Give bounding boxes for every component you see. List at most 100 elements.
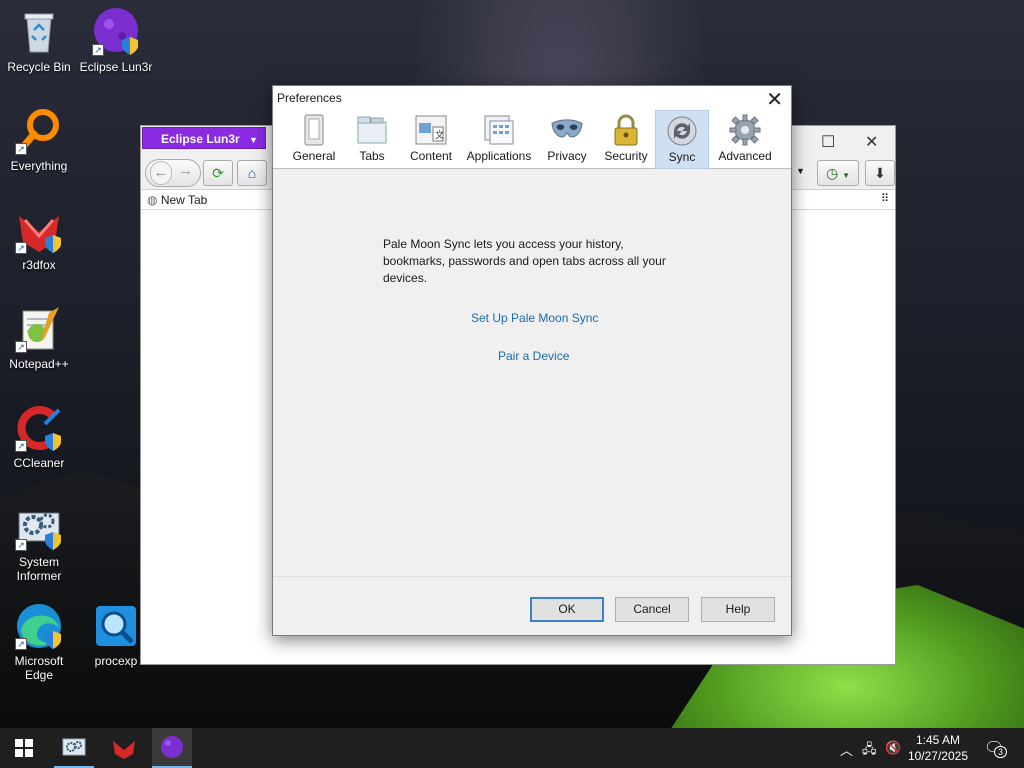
desktop-icon-ccleaner[interactable]: ↗ CCleaner — [1, 404, 77, 470]
taskbar-system-informer[interactable] — [54, 728, 94, 768]
pane-privacy[interactable]: Privacy — [537, 110, 597, 169]
windows-logo-icon — [15, 739, 33, 757]
pane-sync[interactable]: Sync — [655, 110, 709, 169]
chevron-down-icon: ▼ — [249, 135, 258, 145]
volume-muted-icon[interactable]: 🔇 — [885, 740, 901, 756]
pane-label: Security — [604, 149, 648, 163]
desktop-icon-label: Microsoft Edge — [14, 654, 64, 682]
notification-center-icon[interactable]: 🗨3 — [984, 738, 1008, 758]
desktop-icon-eclipse-lun3r[interactable]: ↗ Eclipse Lun3r — [78, 8, 154, 74]
gear-icon — [729, 114, 761, 146]
eclipse-lun3r-icon: ↗ — [92, 8, 140, 56]
pane-tabs[interactable]: Tabs — [343, 110, 401, 169]
desktop-icon-label: Everything — [10, 159, 68, 173]
pane-advanced[interactable]: Advanced — [709, 110, 781, 169]
clock-date: 10/27/2025 — [907, 749, 968, 763]
taskbar-r3dfox[interactable] — [104, 728, 144, 768]
taskbar-eclipse-lun3r[interactable] — [152, 728, 192, 768]
ok-button[interactable]: OK — [530, 597, 604, 622]
privacy-mask-icon — [551, 114, 583, 146]
dropdown-arrow-icon[interactable]: ▼ — [796, 166, 805, 176]
forward-arrow-icon[interactable]: → — [178, 162, 193, 179]
shortcut-arrow-icon: ↗ — [15, 341, 27, 353]
desktop-icon-microsoft-edge[interactable]: ↗ Microsoft Edge — [1, 602, 77, 682]
cancel-button[interactable]: Cancel — [615, 597, 689, 622]
pane-label: Tabs — [359, 149, 385, 163]
pane-label: Advanced — [718, 149, 772, 163]
dialog-title: Preferences — [277, 91, 342, 105]
pane-content[interactable]: 文 Content — [401, 110, 461, 169]
reload-icon[interactable]: ⟳ — [203, 160, 233, 186]
pane-label: Privacy — [547, 149, 587, 163]
general-icon — [298, 114, 330, 146]
help-button[interactable]: Help — [701, 597, 775, 622]
edge-icon: ↗ — [15, 602, 63, 650]
shortcut-arrow-icon: ↗ — [15, 242, 27, 254]
notification-count-badge: 3 — [994, 746, 1008, 758]
pane-label: General — [292, 149, 336, 163]
desktop-icon-label: Eclipse Lun3r — [79, 60, 153, 74]
content-icon: 文 — [415, 114, 447, 146]
chevron-up-icon[interactable]: ︿ — [840, 740, 853, 759]
close-icon[interactable]: ✕ — [766, 87, 783, 112]
sync-description: Pale Moon Sync lets you access your hist… — [383, 237, 666, 285]
pane-label: Applications — [466, 149, 532, 163]
notepad-plus-plus-icon: ↗ — [15, 305, 63, 353]
system-informer-icon — [62, 738, 86, 756]
r3dfox-icon: ↗ — [15, 206, 63, 254]
shortcut-arrow-icon: ↗ — [15, 440, 27, 452]
desktop-icon-label: CCleaner — [13, 456, 65, 470]
magnifier-icon: ↗ — [15, 107, 63, 155]
pane-label: Content — [409, 149, 453, 163]
tab-title: New Tab — [160, 193, 208, 207]
ccleaner-icon: ↗ — [15, 404, 63, 452]
shortcut-arrow-icon: ↗ — [15, 539, 27, 551]
shortcut-arrow-icon: ↗ — [92, 44, 104, 56]
setup-sync-link[interactable]: Set Up Pale Moon Sync — [471, 311, 598, 325]
pane-general[interactable]: General — [285, 110, 343, 169]
desktop-icon-notepad-plus-plus[interactable]: ↗ Notepad++ — [1, 305, 77, 371]
tabs-icon — [356, 114, 388, 146]
taskbar: ︿ 🖧 🔇 1:45 AM 10/27/2025 🗨3 — [0, 728, 1024, 768]
maximize-icon[interactable]: ☐ — [821, 132, 835, 152]
tab-new-tab[interactable]: ◍ New Tab — [147, 193, 207, 207]
dialog-button-row: OK Cancel Help — [273, 576, 791, 636]
network-icon[interactable]: 🖧 — [862, 740, 877, 762]
applications-icon — [483, 114, 515, 146]
history-clock-icon[interactable]: ◷ ▼ — [817, 160, 859, 186]
pane-applications[interactable]: Applications — [461, 110, 537, 169]
shortcut-arrow-icon: ↗ — [15, 143, 27, 155]
download-arrow-icon[interactable]: ⬇ — [865, 160, 895, 186]
desktop-icon-label: System Informer — [16, 555, 62, 583]
list-all-tabs-icon[interactable]: ⠿ — [881, 192, 889, 205]
app-menu-label: Eclipse Lun3r — [161, 132, 240, 146]
desktop-icon-recycle-bin[interactable]: Recycle Bin — [1, 8, 77, 74]
home-icon[interactable]: ⌂ — [237, 160, 267, 186]
eclipse-lun3r-icon — [161, 736, 183, 758]
shortcut-arrow-icon: ↗ — [15, 638, 27, 650]
padlock-icon — [610, 114, 642, 146]
sync-icon — [666, 115, 698, 147]
desktop-icon-system-informer[interactable]: ↗ System Informer — [1, 503, 77, 583]
recycle-bin-icon — [15, 8, 63, 56]
preferences-dialog: Preferences ✕ General Tabs 文 Content App… — [272, 85, 792, 636]
svg-text:文: 文 — [435, 129, 444, 141]
desktop-icon-everything[interactable]: ↗ Everything — [1, 107, 77, 173]
app-menu-button[interactable]: Eclipse Lun3r ▼ — [142, 127, 266, 149]
start-button[interactable] — [4, 728, 44, 768]
back-arrow-icon[interactable]: ← — [150, 161, 172, 185]
pane-security[interactable]: Security — [597, 110, 655, 169]
back-forward-group: ← → — [145, 159, 201, 187]
system-informer-icon: ↗ — [15, 503, 63, 551]
pane-label: Sync — [668, 150, 696, 164]
globe-icon: ◍ — [147, 193, 158, 207]
pair-device-link[interactable]: Pair a Device — [498, 349, 569, 363]
dialog-titlebar: Preferences ✕ — [273, 86, 791, 112]
desktop-icon-label: r3dfox — [22, 258, 56, 272]
desktop-icon-label: Recycle Bin — [7, 60, 71, 74]
r3dfox-icon — [113, 741, 135, 759]
close-icon[interactable]: ✕ — [865, 132, 878, 152]
desktop-icon-label: Notepad++ — [9, 357, 69, 371]
desktop-icon-r3dfox[interactable]: ↗ r3dfox — [1, 206, 77, 272]
clock[interactable]: 1:45 AM 10/27/2025 — [908, 732, 968, 764]
